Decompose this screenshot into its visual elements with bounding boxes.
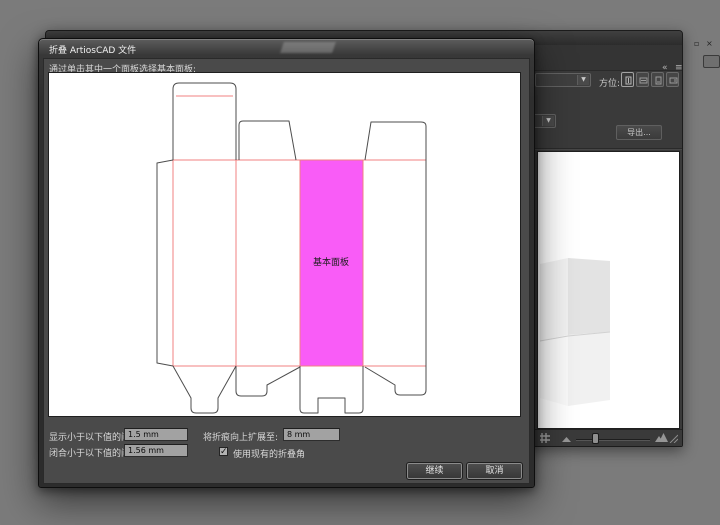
orientation-rotate-left-icon [654,76,663,85]
dialog-title: 折叠 ArtiosCAD 文件 [49,43,136,56]
floating-panel-button[interactable] [703,55,720,68]
orientation-button-3[interactable] [651,72,664,87]
secondary-dropdown[interactable]: ▼ [532,114,556,128]
close-gaps-input[interactable]: 1.56 mm [124,444,188,457]
dieline-crease-lines [173,96,426,366]
zoom-in-icon[interactable] [655,433,668,442]
orientation-landscape-icon [639,76,648,85]
desktop: ▫ × « ≡ ▼ 方位: [0,0,720,525]
chevron-down-icon: ▼ [577,75,589,85]
show-gaps-input[interactable]: 1.5 mm [124,428,188,441]
zoom-slider-track[interactable] [576,439,650,441]
use-existing-angles-checkbox[interactable]: ✓ [219,447,228,456]
mini-window-controls-icon[interactable]: ▫ × [694,39,715,48]
orientation-button-4[interactable] [666,72,679,87]
orientation-button-2[interactable] [636,72,649,87]
expand-creases-input[interactable]: 8 mm [283,428,340,441]
zoom-out-icon[interactable] [562,437,571,442]
chevron-down-icon: ▼ [542,116,554,126]
preview-3d-box [538,152,679,428]
fold-artioscad-dialog: 折叠 ArtiosCAD 文件 通过单击其中一个面板选择基本面板: [38,38,535,488]
grid-icon[interactable] [540,433,550,443]
style-dropdown[interactable]: ▼ [535,73,591,87]
orientation-label: 方位: [599,76,620,89]
continue-button[interactable]: 继续 [407,463,462,479]
zoom-slider-thumb[interactable] [592,433,599,444]
orientation-rotate-right-icon [669,76,678,85]
dieline-cut-lines [157,83,426,413]
resize-grip-icon[interactable] [668,433,678,443]
orientation-portrait-icon [624,76,633,85]
cancel-button[interactable]: 取消 [467,463,522,479]
titlebar-sheen [280,42,336,53]
base-panel-label: 基本面板 [313,256,349,268]
expand-creases-label: 将折痕向上扩展至: [203,430,278,443]
use-existing-angles-label: 使用现有的折叠角 [233,447,305,460]
dieline-drawing: 基本面板 [49,73,520,416]
dialog-body: 通过单击其中一个面板选择基本面板: [43,58,530,484]
orientation-button-1[interactable] [621,72,634,87]
dieline-canvas[interactable]: 基本面板 [48,72,521,417]
preview-3d-canvas[interactable] [537,151,680,429]
export-button[interactable]: 导出... [616,125,662,140]
